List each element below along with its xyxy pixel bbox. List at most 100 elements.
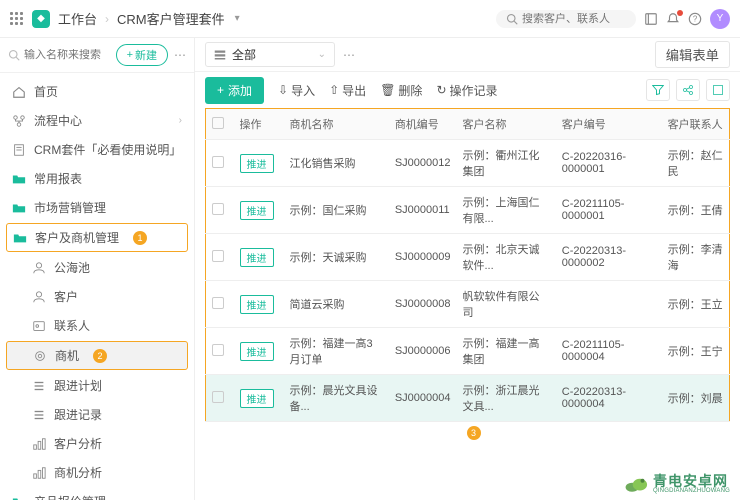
cell-contact: 示例：刘晨 xyxy=(662,375,730,422)
cell-code: SJ0000004 xyxy=(389,375,457,422)
new-button[interactable]: +新建 xyxy=(116,44,168,66)
cell-name: 江化销售采购 xyxy=(284,140,389,187)
row-checkbox[interactable] xyxy=(212,297,224,309)
sidebar-search[interactable] xyxy=(8,49,110,61)
table-row[interactable]: 推进示例：国仁采购SJ0000011示例：上海国仁有限...C-20211105… xyxy=(206,187,730,234)
help-icon[interactable]: ? xyxy=(688,12,702,26)
callout-badge-3: 3 xyxy=(467,426,481,440)
sidebar-item-3[interactable]: 常用报表 xyxy=(0,164,194,193)
table-row[interactable]: 推进示例：天诚采购SJ0000009示例：北京天诚软件...C-20220313… xyxy=(206,234,730,281)
cell-code: SJ0000009 xyxy=(389,234,457,281)
view-selector[interactable]: 全部 ⌄ xyxy=(205,42,335,67)
sidebar-item-label: 跟进记录 xyxy=(54,406,102,423)
cell-cust-code: C-20211105-0000001 xyxy=(556,187,662,234)
folder-icon xyxy=(13,231,27,245)
flow-icon xyxy=(12,114,26,128)
sidebar-item-8[interactable]: 联系人 xyxy=(0,311,194,340)
sidebar-item-label: 客户及商机管理 xyxy=(35,229,119,246)
sidebar-search-input[interactable] xyxy=(24,49,104,61)
cell-code: SJ0000006 xyxy=(389,328,457,375)
sidebar-item-9[interactable]: 商机2 xyxy=(6,341,188,370)
people-icon xyxy=(32,261,46,275)
filter-button[interactable] xyxy=(646,79,670,101)
settings-button[interactable] xyxy=(706,79,730,101)
history-icon: ↻ xyxy=(436,83,446,97)
cell-name: 示例：国仁采购 xyxy=(284,187,389,234)
cell-code: SJ0000008 xyxy=(389,281,457,328)
advance-button[interactable]: 推进 xyxy=(240,201,274,220)
breadcrumb-current[interactable]: CRM客户管理套件 xyxy=(117,9,225,28)
row-checkbox[interactable] xyxy=(212,203,224,215)
column-header[interactable]: 客户名称 xyxy=(456,109,555,140)
watermark-icon xyxy=(623,474,649,494)
edit-form-button[interactable]: 编辑表单 xyxy=(655,41,730,68)
table-row[interactable]: 推进示例：晨光文具设备...SJ0000004示例：浙江晨光文具...C-202… xyxy=(206,375,730,422)
chart-icon xyxy=(32,466,46,480)
chart-icon xyxy=(32,437,46,451)
book-icon[interactable] xyxy=(644,12,658,26)
search-icon xyxy=(506,13,518,25)
callout-badge: 2 xyxy=(93,349,107,363)
row-checkbox[interactable] xyxy=(212,344,224,356)
sidebar-item-label: 产品报价管理 xyxy=(34,493,106,500)
advance-button[interactable]: 推进 xyxy=(240,389,274,408)
sidebar-item-label: 客户分析 xyxy=(54,435,102,452)
logo-icon: ◆ xyxy=(32,10,50,28)
table-row[interactable]: 推进简道云采购SJ0000008帆软软件有限公司示例：王立 xyxy=(206,281,730,328)
sidebar-item-1[interactable]: 流程中心› xyxy=(0,106,194,135)
row-checkbox[interactable] xyxy=(212,391,224,403)
bell-icon[interactable] xyxy=(666,12,680,26)
row-checkbox[interactable] xyxy=(212,156,224,168)
sidebar-item-13[interactable]: 商机分析 xyxy=(0,458,194,487)
chevron-down-icon[interactable]: ▾ xyxy=(235,13,240,24)
sidebar-item-label: 跟进计划 xyxy=(54,377,102,394)
sidebar-item-0[interactable]: 首页 xyxy=(0,77,194,106)
cell-contact: 示例：李清海 xyxy=(662,234,730,281)
sidebar-item-2[interactable]: CRM套件「必看使用说明」 xyxy=(0,135,194,164)
sidebar-item-4[interactable]: 市场营销管理 xyxy=(0,193,194,222)
sidebar-item-label: CRM套件「必看使用说明」 xyxy=(34,141,181,158)
column-header[interactable]: 商机名称 xyxy=(284,109,389,140)
advance-button[interactable]: 推进 xyxy=(240,154,274,173)
sidebar-item-11[interactable]: 跟进记录 xyxy=(0,400,194,429)
delete-button[interactable]: 🗑删除 xyxy=(380,82,422,99)
cell-cust-code: C-20220316-0000001 xyxy=(556,140,662,187)
apps-grid-icon[interactable] xyxy=(10,12,24,26)
column-header[interactable]: 客户编号 xyxy=(556,109,662,140)
column-header[interactable]: 商机编号 xyxy=(389,109,457,140)
sidebar-item-14[interactable]: 产品报价管理 xyxy=(0,487,194,500)
log-button[interactable]: ↻操作记录 xyxy=(436,82,497,99)
export-button[interactable]: ⇧导出 xyxy=(329,82,366,99)
global-search-input[interactable] xyxy=(522,13,622,25)
cell-code: SJ0000012 xyxy=(389,140,457,187)
sidebar-item-12[interactable]: 客户分析 xyxy=(0,429,194,458)
global-search[interactable] xyxy=(496,10,636,28)
advance-button[interactable]: 推进 xyxy=(240,248,274,267)
share-button[interactable] xyxy=(676,79,700,101)
more-icon[interactable]: ⋯ xyxy=(174,48,186,62)
cell-name: 简道云采购 xyxy=(284,281,389,328)
row-checkbox[interactable] xyxy=(212,250,224,262)
table-row[interactable]: 推进江化销售采购SJ0000012示例：衢州江化集团C-20220316-000… xyxy=(206,140,730,187)
import-icon: ⇩ xyxy=(278,83,288,97)
advance-button[interactable]: 推进 xyxy=(240,342,274,361)
sidebar-item-5[interactable]: 客户及商机管理1 xyxy=(6,223,188,252)
table-row[interactable]: 推进示例：福建一高3月订单SJ0000006示例：福建一高集团C-2021110… xyxy=(206,328,730,375)
sidebar-item-6[interactable]: 公海池 xyxy=(0,253,194,282)
people-icon xyxy=(32,290,46,304)
checkbox-all[interactable] xyxy=(212,117,224,129)
add-button[interactable]: +添加 xyxy=(205,77,264,104)
sidebar-item-10[interactable]: 跟进计划 xyxy=(0,371,194,400)
cell-name: 示例：天诚采购 xyxy=(284,234,389,281)
view-more-icon[interactable]: ⋯ xyxy=(343,48,355,62)
trash-icon: 🗑 xyxy=(380,83,395,97)
sidebar-item-7[interactable]: 客户 xyxy=(0,282,194,311)
cell-cust: 示例：衢州江化集团 xyxy=(456,140,555,187)
brand-label[interactable]: 工作台 xyxy=(58,9,97,28)
column-header[interactable]: 操作 xyxy=(234,109,284,140)
column-header[interactable]: 客户联系人 xyxy=(662,109,730,140)
doc-icon xyxy=(12,143,26,157)
import-button[interactable]: ⇩导入 xyxy=(278,82,315,99)
advance-button[interactable]: 推进 xyxy=(240,295,274,314)
avatar[interactable]: Y xyxy=(710,9,730,29)
